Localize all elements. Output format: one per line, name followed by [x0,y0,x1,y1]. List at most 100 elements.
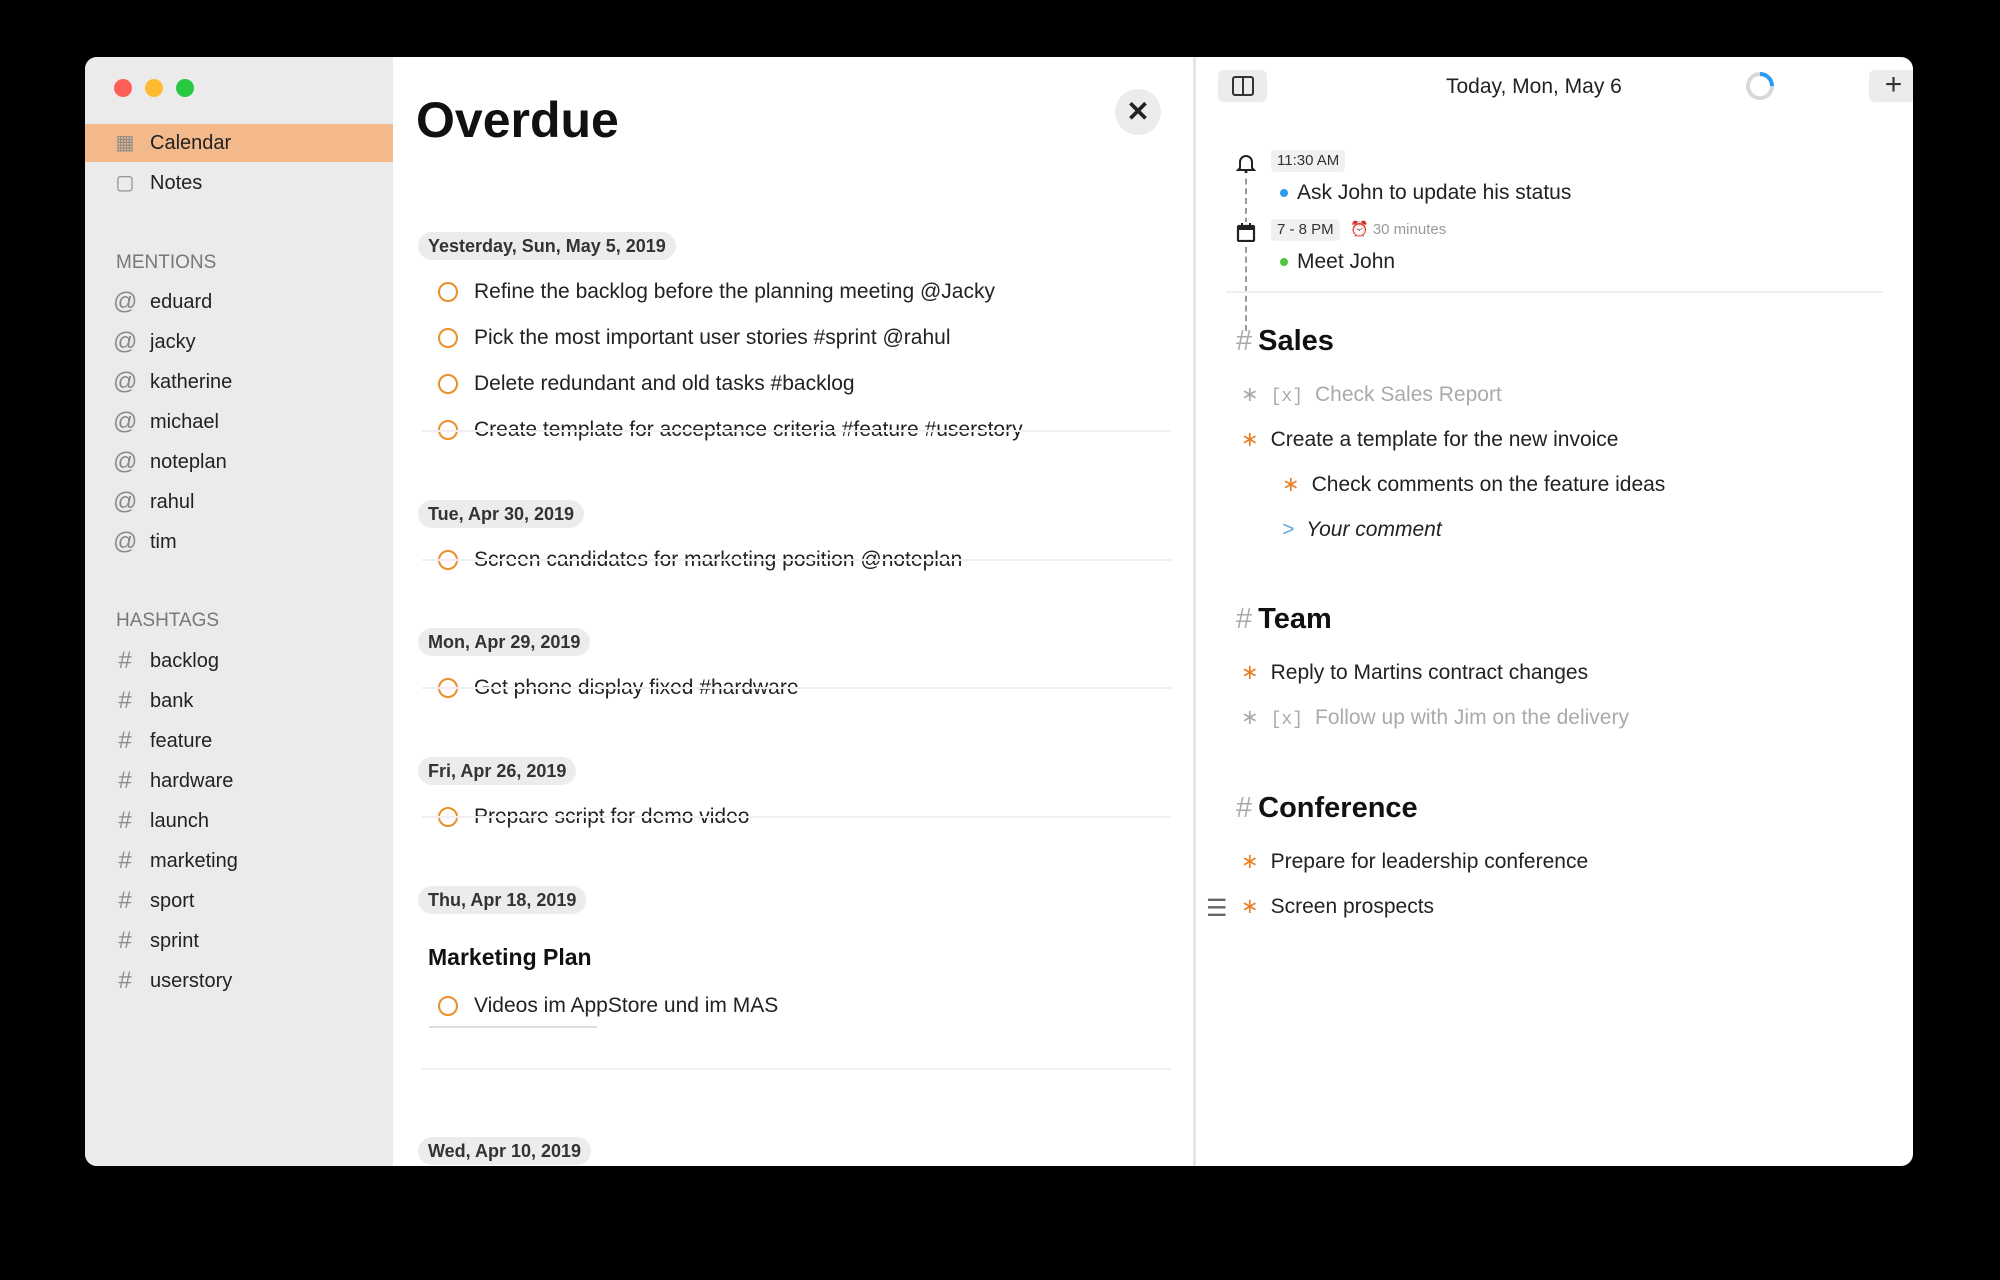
event-meta: 7 - 8 PM ⏰ 30 minutes [1271,219,1446,241]
hash-icon: # [1236,792,1253,824]
task-checkbox[interactable] [438,374,458,394]
bell-icon [1235,153,1257,178]
bullet-star-icon: ∗ [1241,706,1259,729]
task-item[interactable]: Videos im AppStore und im MAS [438,991,778,1021]
minimize-window-button[interactable] [145,79,163,97]
horizontal-rule [429,1026,597,1028]
task-item[interactable]: Pick the most important user stories #sp… [438,323,951,353]
hash-icon: # [118,967,132,994]
close-button[interactable]: ✕ [1115,89,1161,135]
time-pill: 11:30 AM [1271,150,1346,172]
task-item[interactable]: Refine the backlog before the planning m… [438,277,995,307]
drag-handle-icon[interactable]: ☰ [1206,894,1228,923]
mention-item[interactable]: @ eduard [85,283,393,321]
event-meta: 11:30 AM [1271,150,1346,172]
hashtag-item[interactable]: # sport [85,882,393,920]
at-icon: @ [113,448,138,475]
item-text: Create a template for the new invoice [1270,428,1619,451]
task-checkbox[interactable] [438,328,458,348]
date-pill[interactable]: Fri, Apr 26, 2019 [418,757,577,785]
hashtag-label: backlog [150,650,219,672]
note-item[interactable]: ∗ Reply to Martins contract changes [1241,658,1588,688]
date-pill[interactable]: Mon, Apr 29, 2019 [418,628,591,656]
mention-item[interactable]: @ jacky [85,323,393,361]
note-item[interactable]: ∗ [x] Follow up with Jim on the delivery [1241,703,1629,733]
task-item[interactable]: Delete redundant and old tasks #backlog [438,369,855,399]
mention-label: michael [150,411,219,433]
hashtag-label: bank [150,690,194,712]
item-text: Prepare for leadership conference [1270,850,1589,873]
close-window-button[interactable] [114,79,132,97]
hashtag-label: sprint [150,930,199,952]
progress-ring [1746,72,1774,100]
mention-item[interactable]: @ rahul [85,483,393,521]
hashtag-label: sport [150,890,195,912]
sidebar-item-calendar[interactable]: ▦ Calendar [85,124,393,162]
mention-item[interactable]: @ michael [85,403,393,441]
note-item[interactable]: > Your comment [1282,515,1442,545]
page-title: Overdue [416,92,619,148]
date-pill[interactable]: Yesterday, Sun, May 5, 2019 [418,232,676,260]
today-pane: Today, Mon, May 6 + ··· 11:30 AMAsk John… [1193,57,1913,1166]
checkbox-done[interactable]: [x] [1271,387,1303,407]
date-pill[interactable]: Thu, Apr 18, 2019 [418,886,587,914]
hashtag-item[interactable]: # sprint [85,922,393,960]
bullet-star-icon: ∗ [1241,661,1259,684]
split-view-icon [1231,76,1254,96]
item-text: Follow up with Jim on the delivery [1315,706,1629,729]
mention-label: jacky [150,331,196,353]
time-pill: 7 - 8 PM [1271,219,1340,241]
divider [1226,291,1883,293]
event-item[interactable]: Meet John [1280,247,1395,277]
sidebar: ▦ Calendar ▢ Notes MENTIONS @ eduard @ jacky @ kat… [85,57,393,1166]
task-checkbox[interactable] [438,282,458,302]
hashtag-label: userstory [150,970,233,992]
mention-item[interactable]: @ noteplan [85,443,393,481]
at-icon: @ [113,288,138,315]
hashtag-item[interactable]: # backlog [85,642,393,680]
note-item[interactable]: ∗ Prepare for leadership conference [1241,847,1588,877]
add-button[interactable]: + [1869,70,1913,102]
note-icon: ▢ [115,172,135,194]
hashtag-item[interactable]: # launch [85,802,393,840]
bullet-star-icon: ∗ [1241,895,1259,918]
event-title: Meet John [1297,250,1396,273]
section-header: HASHTAGS [116,610,220,631]
note-item[interactable]: ∗ Create a template for the new invoice [1241,425,1618,455]
hash-icon: # [118,727,132,754]
hashtag-item[interactable]: # hardware [85,762,393,800]
hashtag-item[interactable]: # marketing [85,842,393,880]
zoom-window-button[interactable] [176,79,194,97]
checkbox-done[interactable]: [x] [1271,710,1303,730]
hash-icon: # [118,767,132,794]
toggle-sidebar-button[interactable] [1218,70,1267,102]
at-icon: @ [113,328,138,355]
hashtag-item[interactable]: # feature [85,722,393,760]
task-checkbox[interactable] [438,996,458,1016]
mention-label: rahul [150,491,195,513]
at-icon: @ [113,528,138,555]
bullet-star-icon: ∗ [1241,850,1259,873]
task-text: Refine the backlog before the planning m… [474,280,995,303]
bullet-star-icon: ∗ [1241,428,1259,451]
hashtag-item[interactable]: # userstory [85,962,393,1000]
hash-icon: # [118,807,132,834]
date-pill[interactable]: Tue, Apr 30, 2019 [418,500,585,528]
mention-item[interactable]: @ katherine [85,363,393,401]
item-text: Screen prospects [1270,895,1435,918]
date-pill[interactable]: Wed, Apr 10, 2019 [418,1137,592,1165]
sidebar-item-notes[interactable]: ▢ Notes [85,164,393,202]
event-item[interactable]: Ask John to update his status [1280,178,1571,208]
note-item[interactable]: ∗ Check comments on the feature ideas [1282,470,1665,500]
event-title: Ask John to update his status [1297,181,1572,204]
hashtag-item[interactable]: # bank [85,682,393,720]
hash-icon: # [118,647,132,674]
note-item[interactable]: ∗ Screen prospects [1241,892,1434,922]
note-item[interactable]: ∗ [x] Check Sales Report [1241,380,1502,410]
quote-marker: > [1282,518,1295,541]
mention-label: noteplan [150,451,227,473]
at-icon: @ [113,368,138,395]
hashtag-label: marketing [150,850,238,872]
task-text: Pick the most important user stories #sp… [474,326,951,349]
mention-item[interactable]: @ tim [85,523,393,561]
